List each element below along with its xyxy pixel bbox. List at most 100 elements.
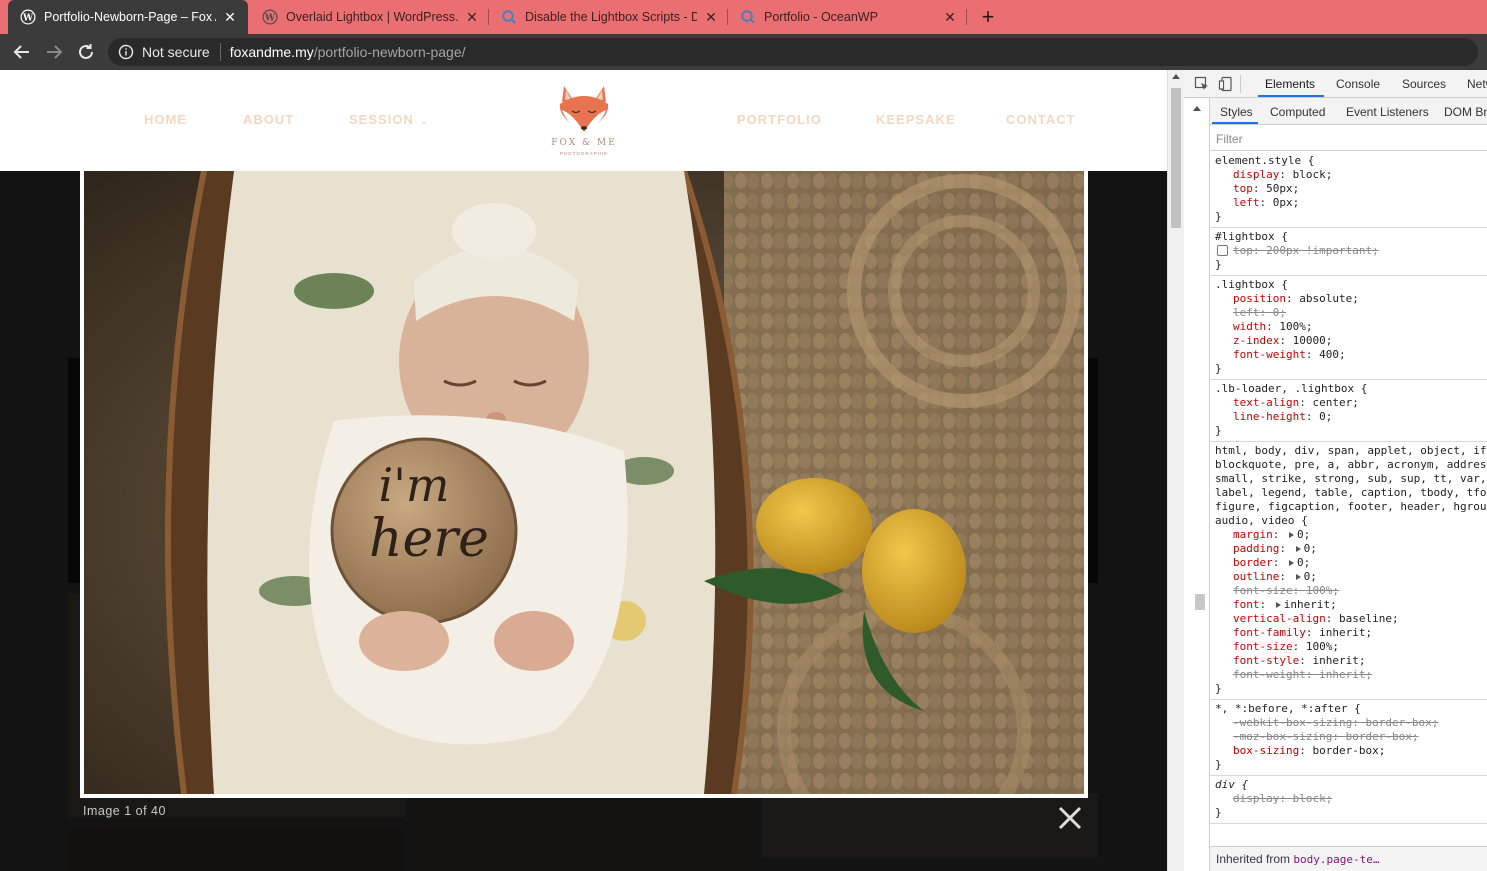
- css-property-name[interactable]: top: [1233, 182, 1253, 195]
- css-selector[interactable]: div {: [1215, 778, 1487, 792]
- forward-button[interactable]: [42, 40, 66, 64]
- css-property-value[interactable]: 10000;: [1293, 334, 1333, 347]
- css-property-value[interactable]: baseline;: [1339, 612, 1399, 625]
- css-property-value[interactable]: 400;: [1319, 348, 1346, 361]
- css-selector[interactable]: *, *:before, *:after {: [1215, 702, 1487, 716]
- css-property-value[interactable]: inherit;: [1319, 668, 1372, 681]
- expand-triangle-icon[interactable]: [1295, 574, 1301, 580]
- css-declaration[interactable]: -webkit-box-sizing: border-box;: [1215, 716, 1487, 730]
- css-property-name[interactable]: line-height: [1233, 410, 1306, 423]
- subtab-computed[interactable]: Computed: [1270, 105, 1325, 119]
- browser-tab-portfolio-newborn[interactable]: W Portfolio-Newborn-Page – Fox And Me ✕: [8, 0, 248, 34]
- address-bar[interactable]: Not secure foxandme.my/portfolio-newborn…: [108, 38, 1478, 66]
- inspect-element-icon[interactable]: [1194, 76, 1210, 92]
- pane-resize-handle[interactable]: [1195, 594, 1205, 610]
- css-declaration[interactable]: vertical-align: baseline;: [1215, 612, 1487, 626]
- css-property-name[interactable]: vertical-align: [1233, 612, 1326, 625]
- nav-session[interactable]: SESSION ⌄: [349, 112, 429, 127]
- css-declaration[interactable]: left: 0px;: [1215, 196, 1487, 210]
- css-property-name[interactable]: left: [1233, 306, 1260, 319]
- css-property-name[interactable]: -moz-box-sizing: [1233, 730, 1332, 743]
- css-declaration[interactable]: font-weight: inherit;: [1215, 668, 1487, 682]
- new-tab-button[interactable]: +: [975, 4, 1001, 30]
- css-property-value[interactable]: 0;: [1304, 570, 1317, 583]
- css-property-value[interactable]: border-box;: [1312, 744, 1385, 757]
- nav-contact[interactable]: CONTACT: [1006, 112, 1076, 127]
- css-property-name[interactable]: -webkit-box-sizing: [1233, 716, 1352, 729]
- css-property-value[interactable]: 100%;: [1279, 320, 1312, 333]
- css-declaration[interactable]: top: 50px;: [1215, 182, 1487, 196]
- css-declaration[interactable]: padding: 0;: [1215, 542, 1487, 556]
- css-declaration[interactable]: z-index: 10000;: [1215, 334, 1487, 348]
- css-property-value[interactable]: 0;: [1273, 306, 1286, 319]
- css-property-name[interactable]: font-size: [1233, 640, 1293, 653]
- css-property-name[interactable]: top: [1233, 244, 1253, 257]
- css-declaration[interactable]: display: block;: [1215, 168, 1487, 182]
- css-property-value[interactable]: inherit;: [1319, 626, 1372, 639]
- css-property-value[interactable]: 0;: [1297, 528, 1310, 541]
- lightbox-image[interactable]: i'm here: [84, 171, 1084, 794]
- css-property-name[interactable]: font-weight: [1233, 348, 1306, 361]
- browser-tab-overlaid-lightbox[interactable]: W Overlaid Lightbox | WordPress.org ✕: [250, 0, 486, 34]
- nav-about[interactable]: ABOUT: [243, 112, 294, 127]
- css-property-name[interactable]: font-style: [1233, 654, 1299, 667]
- css-declaration[interactable]: margin: 0;: [1215, 528, 1487, 542]
- expand-triangle-icon[interactable]: [1295, 546, 1301, 552]
- css-property-name[interactable]: display: [1233, 792, 1279, 805]
- css-declaration[interactable]: text-align: center;: [1215, 396, 1487, 410]
- back-button[interactable]: [10, 40, 34, 64]
- css-property-name[interactable]: border: [1233, 556, 1273, 569]
- css-property-value[interactable]: block;: [1293, 168, 1333, 181]
- devtools-tab-sources[interactable]: Sources: [1402, 77, 1446, 91]
- browser-tab-portfolio-oceanwp[interactable]: Portfolio - OceanWP ✕: [728, 0, 964, 34]
- css-property-name[interactable]: z-index: [1233, 334, 1279, 347]
- css-declaration[interactable]: outline: 0;: [1215, 570, 1487, 584]
- css-property-value[interactable]: center;: [1312, 396, 1358, 409]
- css-property-name[interactable]: left: [1233, 196, 1260, 209]
- css-property-name[interactable]: font-family: [1233, 626, 1306, 639]
- lightbox-close-button[interactable]: [1055, 803, 1085, 833]
- reload-button[interactable]: [74, 40, 98, 64]
- css-declaration[interactable]: font-style: inherit;: [1215, 654, 1487, 668]
- scroll-up-arrow-icon[interactable]: [1193, 106, 1201, 111]
- css-property-value[interactable]: inherit;: [1284, 598, 1337, 611]
- css-property-name[interactable]: font-size: [1233, 584, 1293, 597]
- css-property-name[interactable]: display: [1233, 168, 1279, 181]
- css-property-value[interactable]: 100%;: [1306, 584, 1339, 597]
- info-icon[interactable]: [118, 44, 134, 60]
- browser-tab-disable-lightbox[interactable]: Disable the Lightbox Scripts - Docs ✕: [489, 0, 725, 34]
- css-declaration[interactable]: position: absolute;: [1215, 292, 1487, 306]
- css-declaration[interactable]: font: inherit;: [1215, 598, 1487, 612]
- css-selector[interactable]: #lightbox {: [1215, 230, 1487, 244]
- css-declaration[interactable]: left: 0;: [1215, 306, 1487, 320]
- css-property-value[interactable]: 0;: [1297, 556, 1310, 569]
- subtab-dom-breakpoints[interactable]: DOM Breakpoints: [1444, 105, 1487, 119]
- nav-keepsake[interactable]: KEEPSAKE: [876, 112, 956, 127]
- nav-portfolio[interactable]: PORTFOLIO: [737, 112, 822, 127]
- inherited-source-link[interactable]: body.page-te…: [1293, 853, 1379, 866]
- subtab-styles[interactable]: Styles: [1220, 105, 1253, 119]
- css-declaration[interactable]: font-family: inherit;: [1215, 626, 1487, 640]
- scroll-up-arrow-icon[interactable]: [1172, 74, 1180, 79]
- css-property-name[interactable]: box-sizing: [1233, 744, 1299, 757]
- css-declaration[interactable]: line-height: 0;: [1215, 410, 1487, 424]
- css-property-value[interactable]: 50px;: [1266, 182, 1299, 195]
- site-logo[interactable]: FOX & ME PHOTOGRAPHIE: [546, 82, 622, 162]
- devtools-tab-console[interactable]: Console: [1336, 77, 1380, 91]
- css-property-name[interactable]: padding: [1233, 542, 1279, 555]
- expand-triangle-icon[interactable]: [1289, 532, 1294, 538]
- styles-filter-input[interactable]: [1216, 130, 1476, 147]
- close-icon[interactable]: ✕: [464, 9, 480, 26]
- close-icon[interactable]: ✕: [222, 9, 238, 26]
- css-property-value[interactable]: 0;: [1319, 410, 1332, 423]
- css-property-value[interactable]: border-box;: [1365, 716, 1438, 729]
- css-property-value[interactable]: 0;: [1304, 542, 1317, 555]
- css-property-value[interactable]: block;: [1293, 792, 1333, 805]
- css-property-name[interactable]: outline: [1233, 570, 1279, 583]
- close-icon[interactable]: ✕: [942, 9, 958, 26]
- css-declaration[interactable]: width: 100%;: [1215, 320, 1487, 334]
- nav-home[interactable]: HOME: [144, 112, 187, 127]
- declaration-toggle-checkbox[interactable]: [1217, 245, 1228, 256]
- scrollbar-thumb[interactable]: [1171, 88, 1181, 228]
- css-property-name[interactable]: text-align: [1233, 396, 1299, 409]
